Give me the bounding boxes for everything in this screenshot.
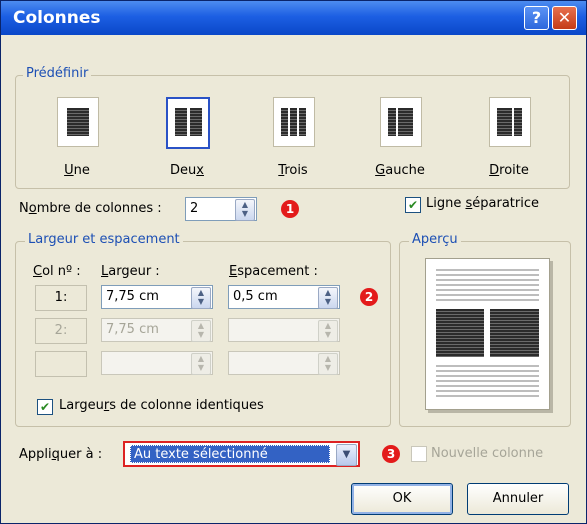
num-columns-label: Nombre de colonnes : (19, 201, 162, 216)
chevron-down-icon[interactable]: ▼ (336, 444, 357, 466)
width-value-2: 7,75 cm (106, 322, 159, 337)
equal-width-label: Largeurs de colonne identiques (59, 398, 264, 413)
separator-label: Ligne séparatrice (426, 196, 539, 211)
width-input-2: 7,75 cm ▲ ▼ (101, 318, 213, 342)
preview-column-left (436, 309, 484, 357)
num-columns-stepper[interactable]: 2 ▲ ▼ (185, 197, 257, 221)
presets-group-title: Prédéfinir (23, 66, 92, 81)
equal-width-checkbox[interactable]: ✔ (37, 399, 53, 415)
preview-column-right (490, 309, 539, 357)
preview-text-line (436, 279, 539, 281)
width-input-1[interactable]: 7,75 cm ▲ ▼ (101, 285, 213, 309)
cancel-button[interactable]: Annuler (467, 483, 569, 515)
preview-text-line (436, 365, 539, 367)
preset-left-label: Gauche (375, 163, 425, 178)
spacing-header: Espacement : (229, 264, 318, 279)
spacing-spin-icon-3: ▲ ▼ (318, 353, 338, 375)
width-spin-icon-1[interactable]: ▲ ▼ (191, 287, 211, 309)
three-columns-icon (281, 108, 288, 136)
preset-three-label: Trois (278, 163, 308, 178)
width-spin-icon-3: ▲ ▼ (191, 353, 211, 375)
left-column-icon (388, 108, 396, 136)
preview-text-line (436, 375, 539, 377)
three-columns-icon-mid (290, 108, 297, 136)
new-column-checkbox (411, 446, 427, 462)
two-columns-icon (175, 108, 187, 136)
dialog-title: Colonnes (13, 8, 101, 28)
col-number-header: Col nº : (33, 264, 81, 279)
col-number-2: 2: (35, 318, 87, 344)
close-button[interactable]: ✕ (552, 6, 577, 30)
apply-to-value: Au texte sélectionné (130, 445, 330, 463)
marker-3: 3 (382, 445, 400, 463)
marker-2: 2 (360, 288, 378, 306)
preview-text-line (436, 274, 539, 276)
apply-to-select[interactable]: Au texte sélectionné ▼ (123, 441, 360, 467)
width-input-3: ▲ ▼ (101, 351, 213, 375)
spacing-value-1: 0,5 cm (233, 289, 278, 304)
spacing-input-3: ▲ ▼ (228, 351, 340, 375)
right-column-icon (497, 108, 512, 136)
preview-text-line (436, 284, 539, 286)
num-columns-value: 2 (190, 201, 199, 216)
width-value-1: 7,75 cm (106, 289, 159, 304)
spacing-spin-icon-2: ▲ ▼ (318, 320, 338, 342)
preview-text-line (436, 289, 539, 291)
new-column-label: Nouvelle colonne (431, 446, 544, 461)
left-column-icon-wide (398, 108, 413, 136)
two-columns-icon-right (190, 108, 202, 136)
preview-text-line (436, 395, 539, 397)
col-number-1: 1: (35, 285, 87, 311)
preview-page (425, 258, 550, 410)
separator-checkbox[interactable]: ✔ (405, 197, 421, 213)
preset-right-label: Droite (489, 163, 529, 178)
right-column-icon-narrow (514, 108, 522, 136)
one-column-icon (67, 108, 89, 136)
apply-label: Appliquer à : (19, 447, 103, 462)
width-spacing-group-title: Largeur et espacement (25, 232, 183, 247)
preset-one-column[interactable] (57, 97, 99, 147)
title-bar[interactable]: Colonnes ? ✕ (1, 1, 586, 35)
spacing-spin-icon-1[interactable]: ▲ ▼ (318, 287, 338, 309)
preset-right[interactable] (489, 97, 531, 147)
col-number-3 (35, 351, 87, 377)
marker-1: 1 (281, 200, 299, 218)
columns-dialog: Colonnes ? ✕ Prédéfinir Une Deux Trois G… (0, 0, 587, 524)
preset-two-label: Deux (170, 163, 204, 178)
preview-group-title: Aperçu (409, 232, 461, 247)
ok-button[interactable]: OK (351, 483, 453, 515)
preview-text-line (436, 390, 539, 392)
preset-two-columns[interactable] (166, 97, 210, 149)
preview-text-line (436, 299, 539, 301)
spacing-input-1[interactable]: 0,5 cm ▲ ▼ (228, 285, 340, 309)
preview-text-line (436, 385, 539, 387)
preview-text-line (436, 294, 539, 296)
preview-text-line (436, 269, 539, 271)
num-columns-spin-icon[interactable]: ▲ ▼ (235, 199, 255, 221)
three-columns-icon-right (299, 108, 306, 136)
preset-three-columns[interactable] (273, 97, 315, 147)
width-header: Largeur : (101, 264, 160, 279)
help-button[interactable]: ? (524, 6, 549, 30)
preset-one-label: Une (64, 163, 90, 178)
preview-text-line (436, 380, 539, 382)
preview-text-line (436, 370, 539, 372)
width-spin-icon-2: ▲ ▼ (191, 320, 211, 342)
preset-left[interactable] (380, 97, 422, 147)
spacing-input-2: ▲ ▼ (228, 318, 340, 342)
